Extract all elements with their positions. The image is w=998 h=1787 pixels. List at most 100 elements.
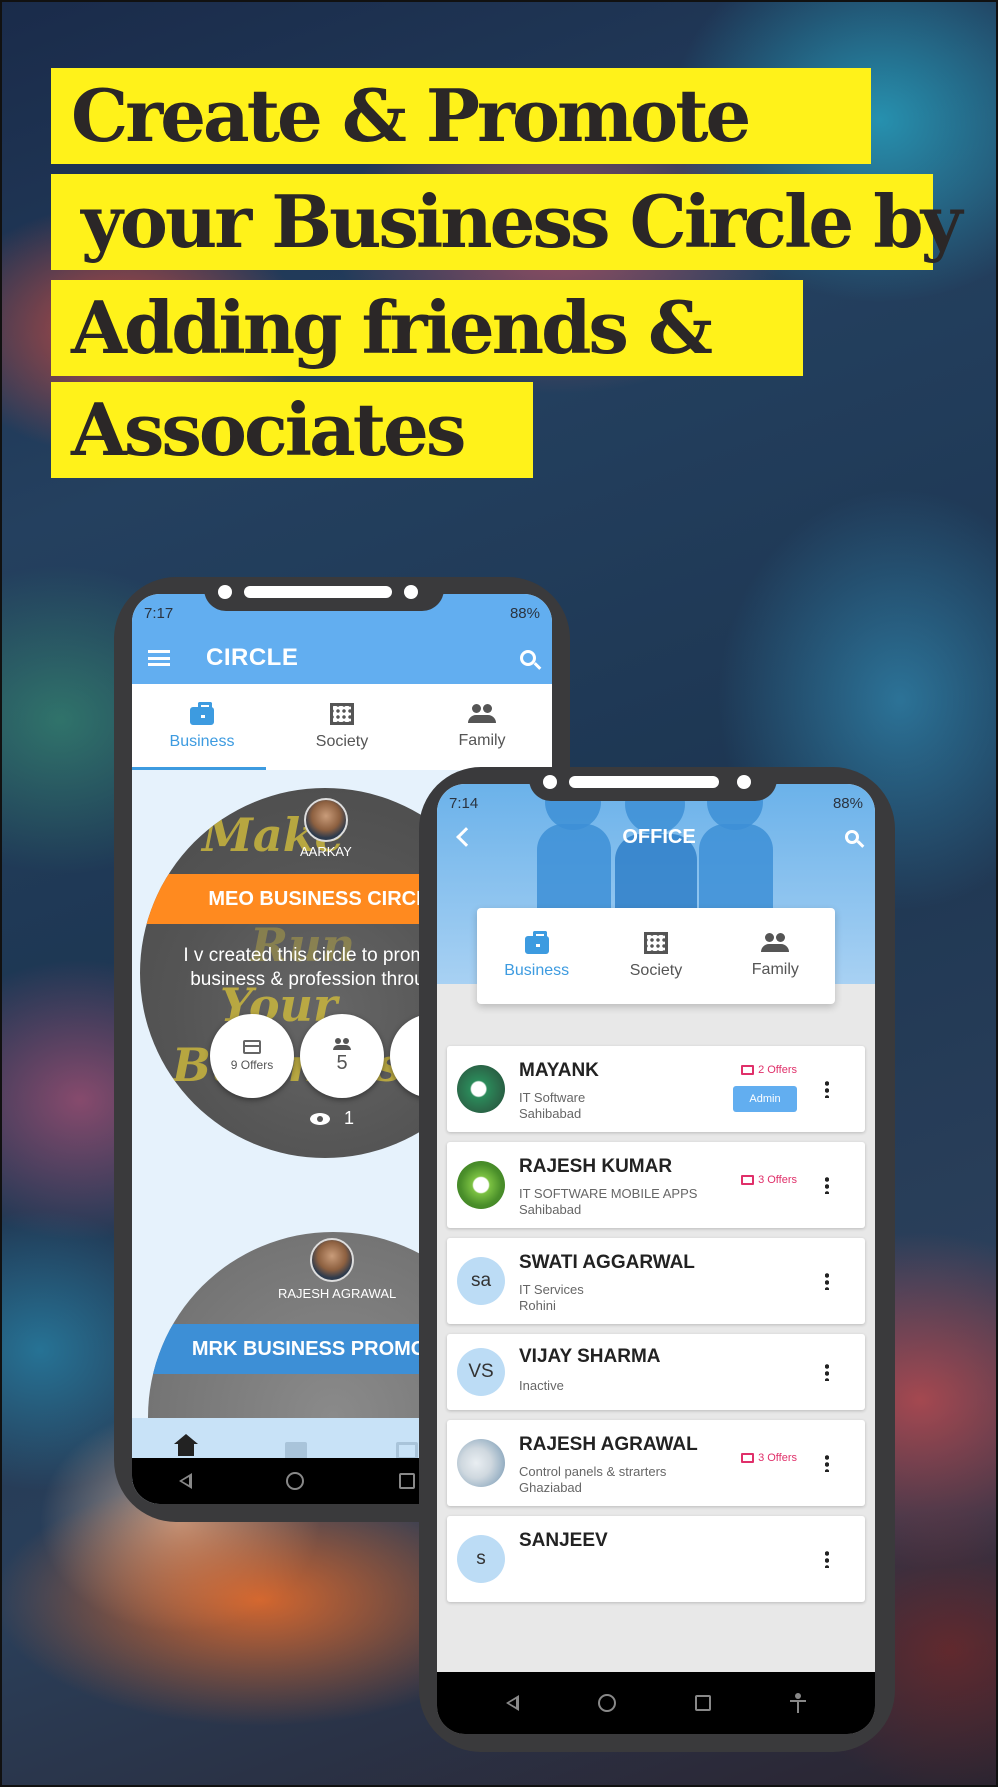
phone-screen: 7:14 88% OFFICE Business Society Family xyxy=(437,784,875,1734)
back-icon[interactable] xyxy=(506,1695,520,1711)
offers-badge[interactable]: 2 Offers xyxy=(741,1064,797,1076)
member-location: Rohini xyxy=(519,1298,556,1313)
tab-family[interactable]: Family xyxy=(716,908,835,1004)
search-icon[interactable] xyxy=(520,650,536,666)
people-icon xyxy=(761,933,790,953)
phone-notch xyxy=(529,767,777,801)
more-options-icon[interactable] xyxy=(825,1080,829,1098)
more-options-icon[interactable] xyxy=(825,1272,829,1290)
offers-count: 3 Offers xyxy=(758,1452,797,1464)
avatar xyxy=(304,798,348,842)
recents-icon[interactable] xyxy=(694,1695,711,1711)
gift-icon xyxy=(741,1453,755,1463)
accessibility-icon[interactable] xyxy=(789,1693,806,1713)
more-options-icon[interactable] xyxy=(825,1176,829,1194)
menu-icon[interactable] xyxy=(148,650,170,666)
offers-count: 3 Offers xyxy=(758,1174,797,1186)
circle-owner-name: RAJESH AGRAWAL xyxy=(278,1286,397,1301)
phone-notch xyxy=(204,577,444,611)
page-title: OFFICE xyxy=(622,825,696,848)
people-icon xyxy=(333,1037,351,1050)
status-time: 7:17 xyxy=(144,604,174,622)
headline-line-4: Associates xyxy=(51,382,533,478)
tab-label: Society xyxy=(629,962,683,979)
views-counter: 1 xyxy=(310,1108,354,1129)
people-icon xyxy=(468,704,496,724)
category-tabs: Business Society Family xyxy=(132,684,552,770)
gift-icon xyxy=(243,1040,261,1054)
member-location: Sahibabad xyxy=(519,1202,582,1217)
headline-line-3: Adding friends & xyxy=(51,280,803,376)
tab-family[interactable]: Family xyxy=(412,684,552,770)
offers-count: 2 Offers xyxy=(758,1064,797,1076)
gift-icon xyxy=(741,1065,755,1075)
home-button-icon[interactable] xyxy=(598,1694,617,1712)
chevron-left-icon[interactable] xyxy=(456,827,476,847)
member-status: Inactive xyxy=(519,1378,564,1393)
search-icon[interactable] xyxy=(845,830,859,844)
home-button-icon[interactable] xyxy=(286,1472,305,1490)
avatar: s xyxy=(457,1535,505,1583)
status-battery: 88% xyxy=(509,604,540,622)
offers-badge[interactable]: 3 Offers xyxy=(741,1452,797,1464)
list-item[interactable]: VS VIJAY SHARMA Inactive xyxy=(447,1334,865,1410)
tab-label: Society xyxy=(315,733,369,750)
circle-owner-name: AARKAY xyxy=(300,844,352,859)
admin-badge: Admin xyxy=(733,1086,797,1112)
back-icon[interactable] xyxy=(179,1473,193,1489)
avatar: VS xyxy=(457,1348,505,1396)
avatar: sa xyxy=(457,1257,505,1305)
offers-chip[interactable]: 9 Offers xyxy=(210,1014,294,1098)
header-toolbar: OFFICE xyxy=(437,812,875,862)
member-name: MAYANK xyxy=(519,1060,599,1081)
tab-society[interactable]: Society xyxy=(272,684,412,770)
list-item[interactable]: RAJESH KUMAR IT SOFTWARE MOBILE APPS Sah… xyxy=(447,1142,865,1228)
eye-icon xyxy=(310,1112,330,1125)
tab-label: Family xyxy=(458,732,506,749)
member-category: IT SOFTWARE MOBILE APPS xyxy=(519,1186,698,1201)
headline-line-1: Create & Promote xyxy=(51,68,871,164)
tab-label: Business xyxy=(504,962,570,979)
app-bar: CIRCLE xyxy=(132,632,552,684)
more-options-icon[interactable] xyxy=(825,1454,829,1472)
avatar xyxy=(310,1238,354,1282)
gift-icon xyxy=(741,1175,755,1185)
status-time: 7:14 xyxy=(449,794,479,812)
briefcase-icon xyxy=(190,702,214,725)
avatar xyxy=(457,1065,505,1113)
briefcase-icon xyxy=(524,931,549,954)
member-name: RAJESH AGRAWAL xyxy=(519,1434,698,1455)
recents-icon[interactable] xyxy=(398,1473,415,1489)
tab-business[interactable]: Business xyxy=(132,684,272,770)
system-nav-bar xyxy=(437,1672,875,1734)
list-item[interactable]: MAYANK IT Software Sahibabad 2 Offers Ad… xyxy=(447,1046,865,1132)
member-category: Control panels & strarters xyxy=(519,1464,667,1479)
building-icon xyxy=(643,932,668,954)
building-icon xyxy=(330,703,354,725)
app-title: CIRCLE xyxy=(206,644,299,671)
tab-business[interactable]: Business xyxy=(477,908,596,1004)
headline-line-2: your Business Circle by xyxy=(51,174,962,270)
member-name: VIJAY SHARMA xyxy=(519,1346,661,1367)
list-item[interactable]: sa SWATI AGGARWAL IT Services Rohini xyxy=(447,1238,865,1324)
members-count: 5 xyxy=(336,1051,348,1074)
offers-count: 9 Offers xyxy=(230,1058,274,1072)
member-name: SWATI AGGARWAL xyxy=(519,1252,695,1273)
members-chip[interactable]: 5 xyxy=(300,1014,384,1098)
phone-office-members: 7:14 88% OFFICE Business Society Family xyxy=(419,767,895,1752)
more-options-icon[interactable] xyxy=(825,1363,829,1381)
avatar xyxy=(457,1161,505,1209)
member-name: SANJEEV xyxy=(519,1530,608,1551)
category-tabs: Business Society Family xyxy=(477,908,835,1004)
list-item[interactable]: RAJESH AGRAWAL Control panels & strarter… xyxy=(447,1420,865,1506)
tab-society[interactable]: Society xyxy=(596,908,715,1004)
status-battery: 88% xyxy=(832,794,863,812)
tab-label: Business xyxy=(169,733,235,750)
tab-label: Family xyxy=(751,961,799,978)
avatar xyxy=(457,1439,505,1487)
offers-badge[interactable]: 3 Offers xyxy=(741,1174,797,1186)
member-name: RAJESH KUMAR xyxy=(519,1156,673,1177)
list-item[interactable]: s SANJEEV xyxy=(447,1516,865,1602)
views-count: 1 xyxy=(344,1108,355,1128)
more-options-icon[interactable] xyxy=(825,1550,829,1568)
